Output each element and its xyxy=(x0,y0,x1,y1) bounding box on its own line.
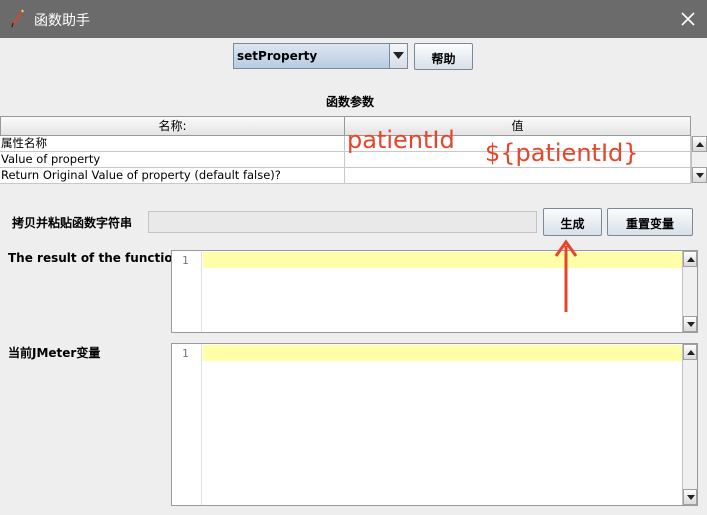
current-line-highlight xyxy=(203,345,682,361)
function-select[interactable]: setProperty xyxy=(233,43,408,69)
jmeter-vars-editor[interactable]: 1 xyxy=(171,343,698,506)
annotation-arrow xyxy=(554,239,578,312)
line-number: 1 xyxy=(182,254,189,267)
arrow-up-icon xyxy=(687,350,695,355)
column-header-name[interactable]: 名称: xyxy=(0,116,345,136)
jmeter-vars-label: 当前JMeter变量 xyxy=(8,346,101,360)
title-bar: 函数助手 xyxy=(0,0,707,38)
function-string-input[interactable] xyxy=(148,211,537,233)
scroll-up-button[interactable] xyxy=(683,344,697,360)
feather-app-icon xyxy=(11,9,24,28)
function-select-arrow[interactable] xyxy=(389,44,407,68)
params-scrollbar[interactable] xyxy=(691,136,707,183)
arrow-up-icon xyxy=(687,257,695,262)
result-editor[interactable]: 1 xyxy=(171,250,698,333)
scroll-up-button[interactable] xyxy=(683,251,697,267)
result-label: The result of the function is xyxy=(8,251,197,265)
current-line-highlight xyxy=(203,252,682,268)
arrow-down-icon xyxy=(696,173,704,178)
help-button[interactable]: 帮助 xyxy=(414,43,473,70)
arrow-down-icon xyxy=(687,322,695,327)
annotation-name-text: patientId xyxy=(347,126,455,154)
line-number-gutter: 1 xyxy=(172,251,202,332)
arrow-up-icon xyxy=(696,142,704,147)
close-icon[interactable] xyxy=(677,8,699,30)
line-number: 1 xyxy=(182,347,189,360)
scroll-up-button[interactable] xyxy=(692,136,707,152)
param-name-cell[interactable]: Return Original Value of property (defau… xyxy=(0,168,345,184)
jmeter-vars-scrollbar[interactable] xyxy=(682,344,697,505)
param-name-cell[interactable]: 属性名称 xyxy=(0,136,345,152)
chevron-down-icon xyxy=(393,52,404,59)
scroll-down-button[interactable] xyxy=(692,167,707,183)
params-title: 函数参数 xyxy=(326,95,375,109)
param-name-cell[interactable]: Value of property xyxy=(0,152,345,168)
copy-paste-label: 拷贝并粘贴函数字符串 xyxy=(12,216,133,230)
result-scrollbar[interactable] xyxy=(682,251,697,332)
scroll-down-button[interactable] xyxy=(683,316,697,332)
window-title: 函数助手 xyxy=(34,13,90,29)
annotation-value-text: ${patientId} xyxy=(485,139,639,167)
function-select-value: setProperty xyxy=(237,49,318,63)
line-number-gutter: 1 xyxy=(172,344,202,505)
scroll-down-button[interactable] xyxy=(683,489,697,505)
generate-button[interactable]: 生成 xyxy=(543,208,602,236)
reset-variables-button[interactable]: 重置变量 xyxy=(607,208,693,236)
param-value-cell[interactable] xyxy=(345,168,691,184)
arrow-down-icon xyxy=(687,495,695,500)
